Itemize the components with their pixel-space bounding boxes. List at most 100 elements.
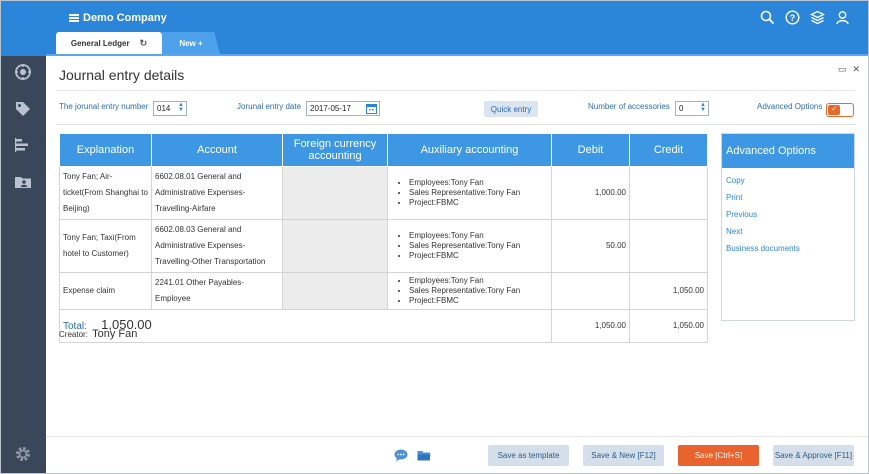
table-row[interactable]: Tony Fan; Air-ticket(From Shanghai to Be… bbox=[59, 166, 708, 220]
debit-cell[interactable] bbox=[551, 272, 630, 310]
accessories-field[interactable]: 0 ▲ ▼ bbox=[675, 101, 709, 116]
maximize-icon[interactable]: ▭ bbox=[838, 64, 847, 75]
svg-text:?: ? bbox=[790, 13, 796, 23]
accessories-label: Number of accessories bbox=[588, 102, 670, 111]
copy-link[interactable]: Copy bbox=[726, 172, 850, 189]
save-and-new-button[interactable]: Save & New [F12] bbox=[583, 445, 664, 466]
aux-item: Project:FBMC bbox=[409, 198, 548, 208]
entry-date-value: 2017-05-17 bbox=[310, 104, 351, 113]
credit-cell[interactable]: 1,050.00 bbox=[629, 272, 708, 310]
table-row[interactable]: Tony Fan; Taxi(From hotel to Customer) 6… bbox=[59, 219, 708, 273]
entry-date-label: Jorunal entry date bbox=[237, 102, 302, 111]
header-credit: Credit bbox=[629, 133, 708, 167]
number-stepper-icon[interactable]: ▲ ▼ bbox=[177, 102, 185, 114]
header-auxiliary: Auxiliary accounting bbox=[387, 133, 552, 167]
aux-item: Employees:Tony Fan bbox=[409, 276, 548, 286]
refresh-icon[interactable]: ↻ bbox=[140, 38, 148, 49]
aux-item: Sales Representative:Tony Fan bbox=[409, 241, 548, 251]
check-icon: ✓ bbox=[828, 105, 840, 115]
credit-cell[interactable] bbox=[629, 219, 708, 273]
previous-link[interactable]: Previous bbox=[726, 206, 850, 223]
creator-name: Tony Fan bbox=[92, 328, 138, 340]
chart-bars-icon[interactable] bbox=[14, 136, 32, 154]
save-button[interactable]: Save [Ctrl+S] bbox=[678, 445, 759, 466]
aux-item: Sales Representative:Tony Fan bbox=[409, 188, 548, 198]
header-explanation: Explanation bbox=[59, 133, 152, 167]
quick-entry-button[interactable]: Quick entry bbox=[484, 101, 538, 117]
menu-icon[interactable] bbox=[69, 14, 79, 22]
aux-item: Project:FBMC bbox=[409, 251, 548, 261]
explanation-cell[interactable]: Expense claim bbox=[59, 272, 152, 310]
layers-icon[interactable] bbox=[810, 10, 825, 25]
company-name: Demo Company bbox=[83, 12, 167, 24]
user-icon[interactable] bbox=[835, 10, 850, 25]
table-header-row: Explanation Account Foreign currency acc… bbox=[59, 133, 708, 167]
sidebar bbox=[1, 56, 46, 473]
business-documents-link[interactable]: Business documents bbox=[726, 240, 850, 257]
header-debit: Debit bbox=[551, 133, 630, 167]
credit-cell[interactable] bbox=[629, 166, 708, 220]
table-row[interactable]: Expense claim 2241.01 Other Payables-Emp… bbox=[59, 272, 708, 310]
page-title: Journal entry details bbox=[59, 67, 185, 83]
tab-bar: General Ledger ↻ New + bbox=[56, 32, 220, 54]
explanation-cell[interactable]: Tony Fan; Air-ticket(From Shanghai to Be… bbox=[59, 166, 152, 220]
auxiliary-cell[interactable]: Employees:Tony Fan Sales Representative:… bbox=[387, 166, 552, 220]
folder-icon[interactable] bbox=[417, 449, 431, 462]
window-controls: ▭ ✕ bbox=[838, 64, 860, 75]
top-bar: Demo Company ? General Ledger ↻ New + bbox=[1, 1, 868, 56]
calendar-icon[interactable] bbox=[366, 103, 377, 116]
dashboard-icon[interactable] bbox=[14, 63, 32, 81]
explanation-cell[interactable]: Tony Fan; Taxi(From hotel to Customer) bbox=[59, 219, 152, 273]
settings-gear-icon[interactable] bbox=[14, 445, 32, 463]
total-credit: 1,050.00 bbox=[629, 309, 708, 343]
entry-number-field[interactable]: 014 ▲ ▼ bbox=[153, 101, 187, 116]
print-link[interactable]: Print bbox=[726, 189, 850, 206]
aux-item: Employees:Tony Fan bbox=[409, 178, 548, 188]
close-icon[interactable]: ✕ bbox=[852, 64, 860, 75]
aux-item: Project:FBMC bbox=[409, 296, 548, 306]
foreign-currency-cell bbox=[282, 219, 388, 273]
form-divider bbox=[56, 124, 856, 125]
folder-person-icon[interactable] bbox=[14, 173, 32, 191]
tab-label: General Ledger bbox=[70, 38, 130, 48]
advanced-options-toggle[interactable]: ✓ bbox=[826, 103, 854, 117]
entry-date-field[interactable]: 2017-05-17 bbox=[306, 101, 380, 116]
tab-new[interactable]: New + bbox=[162, 32, 220, 54]
advanced-options-panel: Advanced Options Copy Print Previous Nex… bbox=[721, 133, 855, 321]
total-debit: 1,050.00 bbox=[551, 309, 630, 343]
main-content: Journal entry details ▭ ✕ The jorunal en… bbox=[46, 56, 868, 473]
account-cell[interactable]: 6602.08.01 General and Administrative Ex… bbox=[151, 166, 283, 220]
advanced-options-label: Advanced Options bbox=[757, 102, 823, 111]
advanced-links: Copy Print Previous Next Business docume… bbox=[722, 168, 854, 261]
debit-cell[interactable]: 50.00 bbox=[551, 219, 630, 273]
header-account: Account bbox=[151, 133, 283, 167]
top-icons: ? bbox=[760, 10, 850, 25]
auxiliary-cell[interactable]: Employees:Tony Fan Sales Representative:… bbox=[387, 219, 552, 273]
brand[interactable]: Demo Company bbox=[69, 12, 167, 24]
title-divider bbox=[56, 90, 856, 91]
app-window: Demo Company ? General Ledger ↻ New + Jo… bbox=[0, 0, 869, 474]
foreign-currency-cell bbox=[282, 166, 388, 220]
footer-divider bbox=[46, 436, 868, 437]
total-row: Total: 1,050.00 1,050.00 1,050.00 bbox=[59, 309, 708, 343]
next-link[interactable]: Next bbox=[726, 223, 850, 240]
save-and-approve-button[interactable]: Save & Approve [F11] bbox=[773, 445, 854, 466]
auxiliary-cell[interactable]: Employees:Tony Fan Sales Representative:… bbox=[387, 272, 552, 310]
accessories-stepper-icon[interactable]: ▲ ▼ bbox=[699, 102, 707, 114]
tags-icon[interactable] bbox=[14, 100, 32, 118]
foreign-currency-cell bbox=[282, 272, 388, 310]
save-as-template-button[interactable]: Save as template bbox=[488, 445, 569, 466]
search-icon[interactable] bbox=[760, 10, 775, 25]
tab-general-ledger[interactable]: General Ledger ↻ bbox=[56, 32, 162, 54]
journal-table: Explanation Account Foreign currency acc… bbox=[59, 133, 708, 343]
account-cell[interactable]: 2241.01 Other Payables-Employee bbox=[151, 272, 283, 310]
creator: Creator: Tony Fan bbox=[59, 328, 137, 340]
aux-item: Sales Representative:Tony Fan bbox=[409, 286, 548, 296]
advanced-panel-title: Advanced Options bbox=[722, 134, 854, 168]
comment-icon[interactable] bbox=[394, 449, 408, 462]
help-icon[interactable]: ? bbox=[785, 10, 800, 25]
debit-cell[interactable]: 1,000.00 bbox=[551, 166, 630, 220]
entry-number-value: 014 bbox=[157, 104, 171, 113]
accessories-value: 0 bbox=[679, 104, 684, 113]
account-cell[interactable]: 6602.08.03 General and Administrative Ex… bbox=[151, 219, 283, 273]
